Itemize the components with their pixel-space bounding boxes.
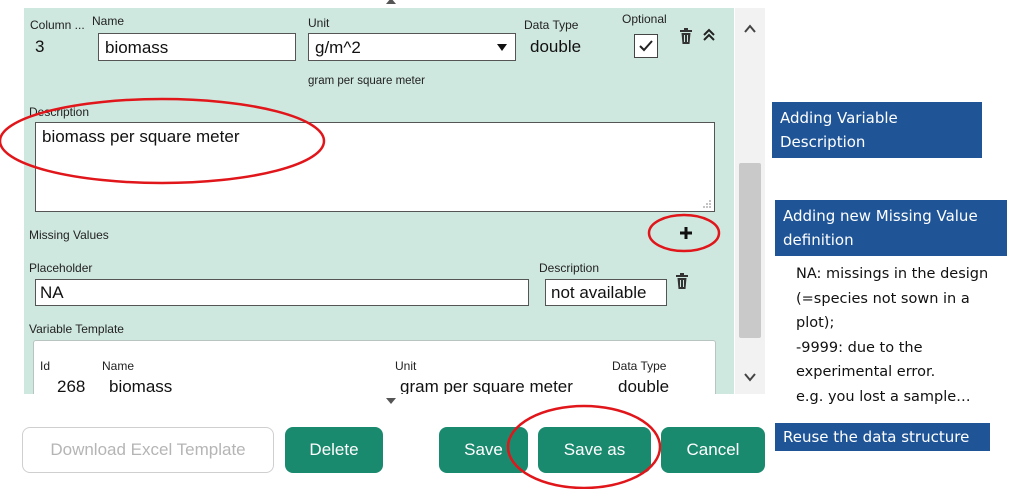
scroll-thumb[interactable] (739, 163, 761, 338)
template-header-id: Id (40, 359, 51, 373)
add-missing-value-icon[interactable] (680, 227, 692, 239)
description-label: Description (29, 105, 90, 119)
callout-reuse-structure: Reuse the data structure (775, 423, 990, 451)
template-row[interactable]: 268 biomass gram per square meter double (34, 375, 715, 394)
unit-select-value: g/m^2 (315, 38, 361, 57)
scroll-up-chevron-icon[interactable] (743, 22, 757, 36)
unit-description: gram per square meter (308, 75, 425, 87)
cancel-button[interactable]: Cancel (661, 427, 765, 473)
optional-checkbox[interactable] (634, 34, 658, 58)
download-excel-template-button[interactable]: Download Excel Template (22, 427, 274, 473)
dropdown-arrow-icon (497, 44, 507, 51)
callout-line: Description (780, 133, 866, 151)
delete-button[interactable]: Delete (285, 427, 383, 473)
variable-template-label: Variable Template (29, 322, 124, 336)
missing-trash-icon[interactable] (675, 273, 689, 289)
note-line: e.g. you lost a sample… (796, 388, 971, 405)
note-line: experimental error. (796, 364, 936, 380)
scroll-up-indicator-icon (386, 0, 396, 4)
callout-line: Adding new Missing Value (783, 207, 978, 225)
callout-adding-description: Adding Variable Description (772, 102, 982, 158)
unit-select[interactable]: g/m^2 (308, 33, 516, 61)
missing-values-label: Missing Values (29, 228, 109, 242)
missing-description-input[interactable]: not available (545, 279, 667, 306)
template-row-unit: gram per square meter (400, 377, 573, 394)
template-row-data-type: double (618, 377, 670, 394)
description-textarea[interactable]: biomass per square meter (35, 122, 715, 212)
template-row-name: biomass (109, 377, 173, 394)
checkmark-icon (639, 40, 653, 52)
missing-description-label: Description (539, 261, 600, 275)
resize-handle-icon[interactable] (701, 198, 711, 208)
description-text: biomass per square meter (42, 127, 240, 146)
save-as-button[interactable]: Save as (538, 427, 651, 473)
callout-line: definition (783, 231, 854, 249)
note-line: (=species not sown in a (796, 290, 970, 307)
template-row-id: 268 (57, 377, 86, 394)
callout-missing-value: Adding new Missing Value definition (775, 200, 1007, 256)
data-type-value: double (530, 37, 582, 56)
variable-form-panel: Column ... 3 Name biomass Unit g/m^2 gra… (24, 8, 734, 394)
template-header-name: Name (102, 359, 135, 373)
data-type-label: Data Type (524, 18, 579, 32)
template-header-unit: Unit (395, 359, 417, 373)
column-number: 3 (35, 37, 45, 56)
scroll-down-indicator-icon (386, 398, 396, 404)
placeholder-input[interactable]: NA (35, 279, 529, 306)
name-label: Name (92, 14, 125, 28)
template-header-data-type: Data Type (612, 359, 667, 373)
column-label: Column ... (30, 18, 85, 32)
callout-line: Adding Variable (780, 109, 898, 127)
optional-label: Optional (622, 12, 667, 26)
name-input[interactable]: biomass (98, 33, 296, 61)
scroll-down-chevron-icon[interactable] (743, 370, 757, 384)
save-button[interactable]: Save (439, 427, 528, 473)
variable-template-table: Id Name Unit Data Type 268 biomass gram … (33, 340, 716, 394)
collapse-icon[interactable] (703, 28, 715, 42)
note-line: NA: missings in the design (796, 266, 989, 282)
note-line: -9999: due to the (796, 339, 923, 356)
unit-label: Unit (308, 16, 330, 30)
vertical-scrollbar[interactable] (735, 8, 765, 394)
note-line: plot); (796, 315, 835, 331)
missing-value-note: NA: missings in the design (=species not… (796, 262, 1018, 409)
placeholder-label: Placeholder (29, 261, 93, 275)
trash-icon[interactable] (679, 28, 693, 44)
